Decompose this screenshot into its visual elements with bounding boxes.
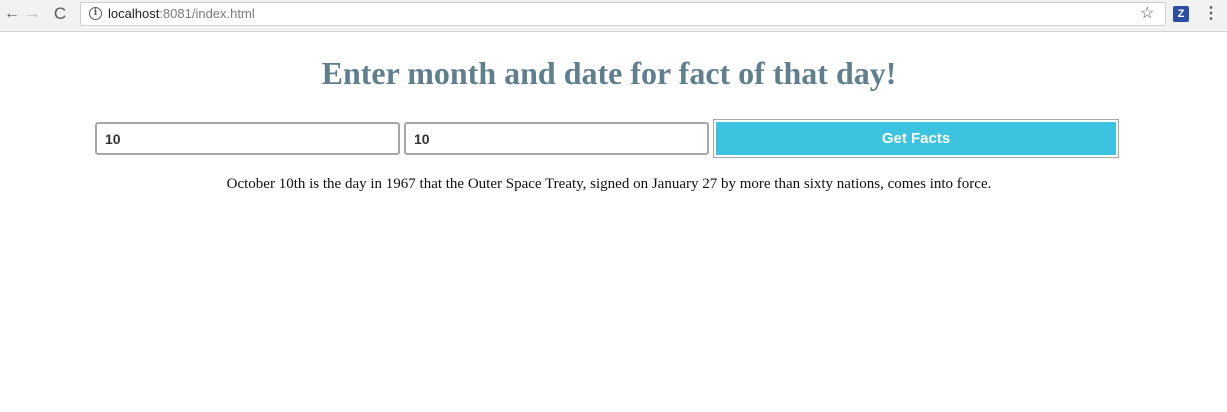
- url-text[interactable]: localhost:8081/index.html: [108, 6, 255, 22]
- fact-result-text: October 10th is the day in 1967 that the…: [226, 176, 992, 192]
- page-content: Enter month and date for fact of that da…: [0, 33, 1227, 412]
- kebab-menu-icon[interactable]: ⋮: [1203, 4, 1219, 24]
- get-facts-button[interactable]: Get Facts: [713, 119, 1119, 158]
- reload-icon[interactable]: C: [50, 4, 70, 24]
- url-path: :8081/index.html: [159, 6, 255, 21]
- page-title: Enter month and date for fact of that da…: [321, 55, 897, 91]
- browser-toolbar: ← → C i localhost:8081/index.html ☆ Z ⋮: [0, 0, 1227, 32]
- bookmark-star-icon[interactable]: ☆: [1140, 4, 1154, 24]
- extension-z-icon[interactable]: Z: [1173, 6, 1189, 22]
- day-input[interactable]: [404, 122, 709, 155]
- month-input[interactable]: [95, 122, 400, 155]
- address-bar[interactable]: i localhost:8081/index.html: [80, 2, 1166, 26]
- back-arrow-icon[interactable]: ←: [2, 4, 22, 24]
- info-icon[interactable]: i: [89, 7, 102, 20]
- url-host: localhost: [108, 6, 160, 21]
- forward-arrow-icon[interactable]: →: [22, 4, 42, 24]
